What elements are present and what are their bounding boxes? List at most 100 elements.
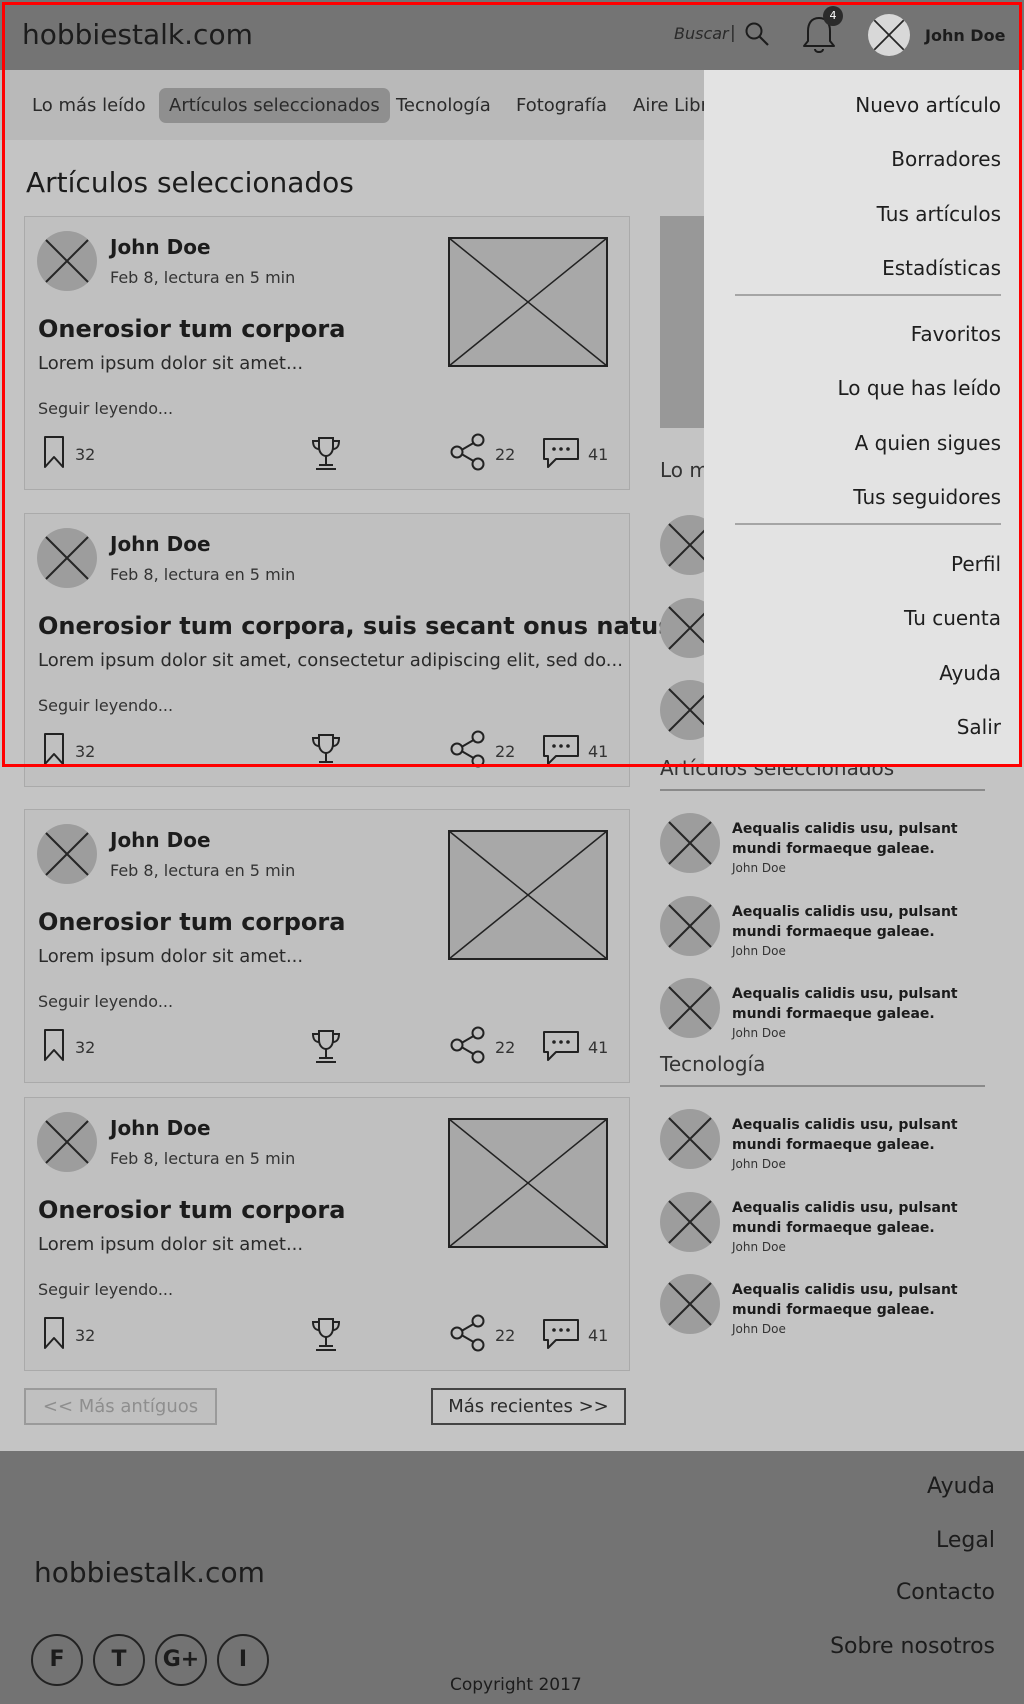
- sidebar-item-author: John Doe: [732, 944, 786, 958]
- footer-link-sobre-nosotros[interactable]: Sobre nosotros: [830, 1634, 995, 1659]
- article-card: John Doe Feb 8, lectura en 5 min Onerosi…: [24, 809, 630, 1083]
- sidebar-item-avatar[interactable]: [660, 598, 706, 662]
- menu-item-borradores[interactable]: Borradores: [891, 147, 1001, 171]
- sidebar-item[interactable]: Aequalis calidis usu, pulsant mundi form…: [660, 813, 990, 877]
- share-icon[interactable]: [449, 1314, 487, 1352]
- google-plus-icon[interactable]: G+: [155, 1634, 207, 1686]
- trophy-icon[interactable]: [310, 435, 342, 471]
- article-card: John Doe Feb 8, lectura en 5 min Onerosi…: [24, 1097, 630, 1371]
- bookmark-icon[interactable]: [43, 1028, 65, 1062]
- share-icon[interactable]: [449, 1026, 487, 1064]
- facebook-icon[interactable]: F: [31, 1634, 83, 1686]
- menu-item-lo-que-has-leido[interactable]: Lo que has leído: [838, 376, 1001, 400]
- author-name[interactable]: John Doe: [110, 235, 211, 259]
- read-more-link[interactable]: Seguir leyendo...: [38, 1280, 173, 1299]
- sidebar-item-avatar[interactable]: [660, 515, 706, 579]
- footer-link-legal[interactable]: Legal: [936, 1528, 995, 1553]
- author-name[interactable]: John Doe: [110, 1116, 211, 1140]
- twitter-icon[interactable]: T: [93, 1634, 145, 1686]
- sidebar-item-title[interactable]: Aequalis calidis usu, pulsant mundi form…: [732, 902, 987, 942]
- menu-item-ayuda[interactable]: Ayuda: [939, 661, 1001, 685]
- menu-item-tus-seguidores[interactable]: Tus seguidores: [853, 485, 1001, 509]
- article-title[interactable]: Onerosior tum corpora: [38, 908, 345, 936]
- nav-item-articulos-seleccionados[interactable]: Artículos seleccionados: [159, 88, 390, 123]
- article-image-placeholder[interactable]: [448, 830, 608, 960]
- menu-item-tu-cuenta[interactable]: Tu cuenta: [904, 606, 1001, 630]
- article-excerpt: Lorem ipsum dolor sit amet...: [38, 1234, 304, 1255]
- comment-icon[interactable]: [542, 1318, 580, 1350]
- article-meta: Feb 8, lectura en 5 min: [110, 861, 296, 880]
- article-meta: Feb 8, lectura en 5 min: [110, 565, 296, 584]
- sidebar-item[interactable]: Aequalis calidis usu, pulsant mundi form…: [660, 1109, 990, 1173]
- sidebar-divider: [660, 789, 985, 791]
- menu-item-nuevo-articulo[interactable]: Nuevo artículo: [855, 93, 1001, 117]
- share-icon[interactable]: [449, 730, 487, 768]
- older-posts-button[interactable]: << Más antíguos: [24, 1388, 217, 1425]
- sidebar-item-title[interactable]: Aequalis calidis usu, pulsant mundi form…: [732, 984, 987, 1024]
- sidebar-item-title[interactable]: Aequalis calidis usu, pulsant mundi form…: [732, 819, 987, 859]
- instagram-icon[interactable]: I: [217, 1634, 269, 1686]
- share-icon[interactable]: [449, 433, 487, 471]
- menu-item-perfil[interactable]: Perfil: [951, 552, 1001, 576]
- comment-icon[interactable]: [542, 437, 580, 469]
- sidebar-item-title[interactable]: Aequalis calidis usu, pulsant mundi form…: [732, 1115, 987, 1155]
- sidebar-item-avatar: [660, 896, 720, 956]
- menu-item-tus-articulos[interactable]: Tus artículos: [877, 202, 1001, 226]
- read-more-link[interactable]: Seguir leyendo...: [38, 992, 173, 1011]
- menu-item-salir[interactable]: Salir: [957, 715, 1001, 739]
- nav-item-tecnologia[interactable]: Tecnología: [396, 88, 491, 123]
- bookmark-icon[interactable]: [43, 1316, 65, 1350]
- comment-icon[interactable]: [542, 734, 580, 766]
- author-avatar[interactable]: [37, 824, 97, 884]
- article-title[interactable]: Onerosior tum corpora: [38, 1196, 345, 1224]
- comment-count: 41: [588, 1326, 609, 1345]
- footer-link-ayuda[interactable]: Ayuda: [927, 1474, 995, 1499]
- user-dropdown-menu: Nuevo artículo Borradores Tus artículos …: [704, 70, 1020, 764]
- author-avatar[interactable]: [37, 231, 97, 291]
- search-label[interactable]: Buscar: [674, 24, 729, 43]
- trophy-icon[interactable]: [310, 1028, 342, 1064]
- sidebar-item-avatar: [660, 1274, 720, 1334]
- comment-count: 41: [588, 445, 609, 464]
- search-icon[interactable]: [744, 21, 770, 47]
- menu-item-a-quien-sigues[interactable]: A quien sigues: [855, 431, 1001, 455]
- newer-posts-button[interactable]: Más recientes >>: [431, 1388, 626, 1425]
- user-avatar[interactable]: [868, 14, 910, 56]
- author-name[interactable]: John Doe: [110, 828, 211, 852]
- footer-logo[interactable]: hobbiestalk.com: [34, 1556, 265, 1589]
- author-name[interactable]: John Doe: [110, 532, 211, 556]
- author-avatar[interactable]: [37, 528, 97, 588]
- sidebar-item-author: John Doe: [732, 1157, 786, 1171]
- bookmark-icon[interactable]: [43, 732, 65, 766]
- trophy-icon[interactable]: [310, 732, 342, 768]
- sidebar-item[interactable]: Aequalis calidis usu, pulsant mundi form…: [660, 1274, 990, 1338]
- menu-divider: [735, 523, 1001, 525]
- author-avatar[interactable]: [37, 1112, 97, 1172]
- trophy-icon[interactable]: [310, 1316, 342, 1352]
- sidebar-banner-placeholder: [660, 216, 706, 428]
- sidebar-item-author: John Doe: [732, 1322, 786, 1336]
- user-name[interactable]: John Doe: [925, 26, 1005, 45]
- bookmark-icon[interactable]: [43, 435, 65, 469]
- page-title: Artículos seleccionados: [26, 166, 354, 199]
- article-title[interactable]: Onerosior tum corpora, suis secant onus …: [38, 612, 673, 640]
- footer-link-contacto[interactable]: Contacto: [896, 1580, 995, 1605]
- read-more-link[interactable]: Seguir leyendo...: [38, 696, 173, 715]
- site-logo[interactable]: hobbiestalk.com: [22, 18, 253, 51]
- article-image-placeholder[interactable]: [448, 1118, 608, 1248]
- menu-item-estadisticas[interactable]: Estadísticas: [882, 256, 1001, 280]
- copyright-text: Copyright 2017: [450, 1675, 582, 1695]
- menu-item-favoritos[interactable]: Favoritos: [911, 322, 1001, 346]
- sidebar-item-title[interactable]: Aequalis calidis usu, pulsant mundi form…: [732, 1198, 987, 1238]
- sidebar-item-title[interactable]: Aequalis calidis usu, pulsant mundi form…: [732, 1280, 987, 1320]
- sidebar-item[interactable]: Aequalis calidis usu, pulsant mundi form…: [660, 1192, 990, 1256]
- comment-icon[interactable]: [542, 1030, 580, 1062]
- sidebar-item[interactable]: Aequalis calidis usu, pulsant mundi form…: [660, 978, 990, 1042]
- nav-item-fotografia[interactable]: Fotografía: [516, 88, 607, 123]
- article-title[interactable]: Onerosior tum corpora: [38, 315, 345, 343]
- sidebar-item-avatar[interactable]: [660, 680, 706, 744]
- read-more-link[interactable]: Seguir leyendo...: [38, 399, 173, 418]
- nav-item-lo-mas-leido[interactable]: Lo más leído: [32, 88, 146, 123]
- sidebar-item[interactable]: Aequalis calidis usu, pulsant mundi form…: [660, 896, 990, 960]
- article-image-placeholder[interactable]: [448, 237, 608, 367]
